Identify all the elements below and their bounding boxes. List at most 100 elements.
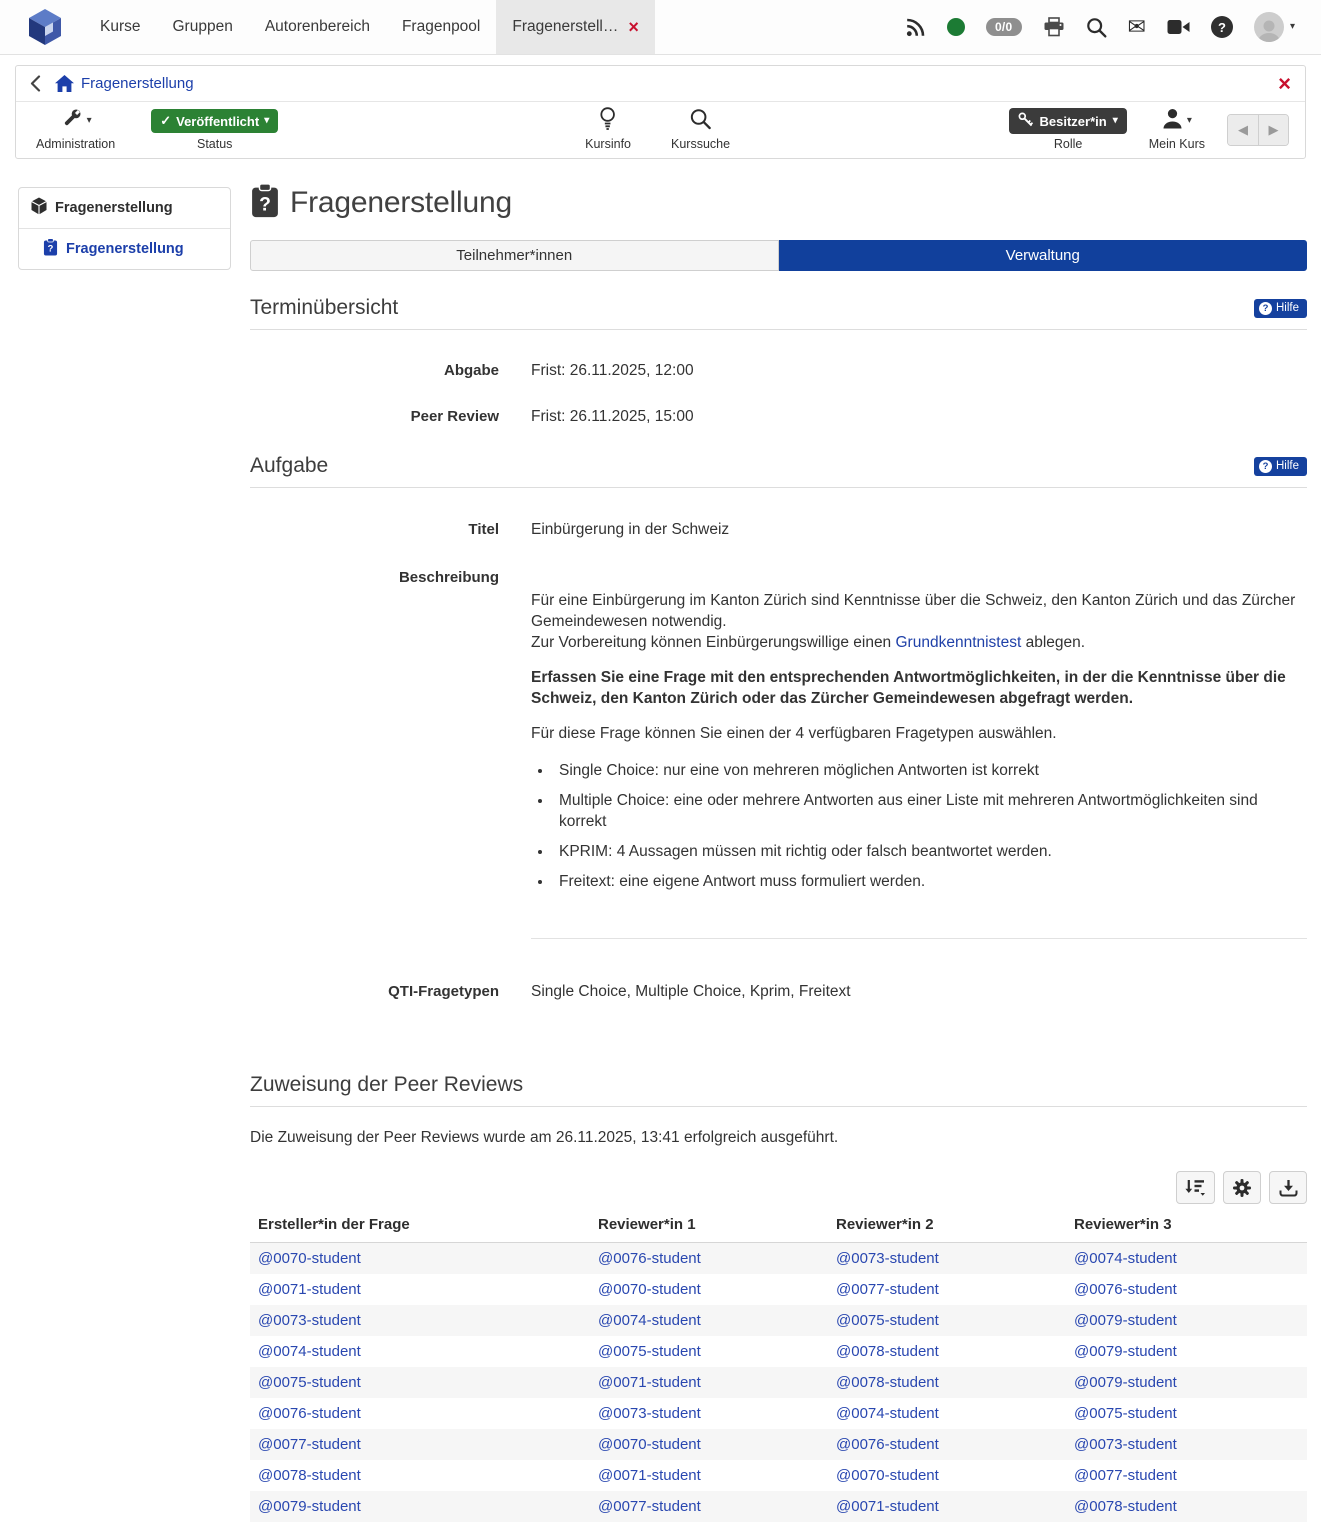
column-header-reviewer1[interactable]: Reviewer*in 1	[590, 1210, 828, 1243]
home-icon[interactable]	[55, 75, 74, 92]
student-link[interactable]: @0070-student	[836, 1467, 939, 1484]
person-icon	[1162, 108, 1183, 134]
user-menu[interactable]: ▾	[1254, 12, 1295, 42]
student-link[interactable]: @0073-student	[598, 1405, 701, 1422]
student-link[interactable]: @0070-student	[598, 1436, 701, 1453]
menu-item-fragenerstellung-selected[interactable]: ? Fragenerstellung	[19, 229, 230, 269]
student-link[interactable]: @0076-student	[258, 1405, 361, 1422]
student-link[interactable]: @0078-student	[836, 1343, 939, 1360]
student-link[interactable]: @0076-student	[1074, 1281, 1177, 1298]
student-link[interactable]: @0077-student	[836, 1281, 939, 1298]
student-link[interactable]: @0075-student	[258, 1374, 361, 1391]
chevron-down-icon: ▾	[1187, 116, 1192, 126]
video-call-icon[interactable]	[1167, 19, 1190, 35]
student-link[interactable]: @0078-student	[836, 1374, 939, 1391]
nav-tab-fragenpool[interactable]: Fragenpool	[386, 0, 496, 54]
nav-tab-kurse[interactable]: Kurse	[84, 0, 157, 54]
student-link[interactable]: @0076-student	[836, 1436, 939, 1453]
rolle-menu[interactable]: Besitzer*in ▾ Rolle	[1009, 108, 1126, 151]
mein-kurs-menu[interactable]: ▾ Mein Kurs	[1149, 108, 1205, 151]
student-link[interactable]: @0074-student	[836, 1405, 939, 1422]
status-badge[interactable]: ✓ Veröffentlicht ▾	[151, 109, 278, 133]
view-switch-tabs: Teilnehmer*innen Verwaltung	[250, 240, 1307, 271]
menu-item-course-root[interactable]: Fragenerstellung	[19, 188, 230, 229]
student-link[interactable]: @0073-student	[258, 1312, 361, 1329]
student-link[interactable]: @0074-student	[258, 1343, 361, 1360]
student-link[interactable]: @0078-student	[258, 1467, 361, 1484]
page-title: ? Fragenerstellung	[250, 183, 1307, 223]
student-link[interactable]: @0076-student	[598, 1250, 701, 1267]
field-value: Single Choice, Multiple Choice, Kprim, F…	[531, 983, 851, 1001]
student-link[interactable]: @0071-student	[598, 1374, 701, 1391]
presence-status-dot[interactable]	[947, 18, 965, 36]
student-link[interactable]: @0071-student	[836, 1498, 939, 1515]
print-icon[interactable]	[1043, 17, 1065, 37]
kursinfo-button[interactable]: Kursinfo	[585, 108, 631, 151]
table-settings-button[interactable]	[1223, 1171, 1261, 1204]
student-link[interactable]: @0071-student	[258, 1281, 361, 1298]
column-header-reviewer2[interactable]: Reviewer*in 2	[828, 1210, 1066, 1243]
description-paragraph: Für diese Frage können Sie einen der 4 v…	[531, 723, 1307, 744]
sort-button[interactable]	[1176, 1171, 1215, 1204]
main-content: ? Fragenerstellung Teilnehmer*innen Verw…	[250, 187, 1307, 1522]
student-link[interactable]: @0077-student	[598, 1498, 701, 1515]
student-link[interactable]: @0075-student	[836, 1312, 939, 1329]
student-link[interactable]: @0070-student	[598, 1281, 701, 1298]
previous-node-button[interactable]: ◀	[1228, 115, 1258, 145]
course-menu-tree: Fragenerstellung ? Fragenerstellung	[18, 187, 231, 270]
student-link[interactable]: @0070-student	[258, 1250, 361, 1267]
nav-tab-autorenbereich[interactable]: Autorenbereich	[249, 0, 386, 54]
administration-menu[interactable]: ▾ Administration	[36, 108, 115, 151]
student-link[interactable]: @0079-student	[1074, 1343, 1177, 1360]
tab-teilnehmerinnen[interactable]: Teilnehmer*innen	[250, 240, 779, 271]
openolat-logo-icon[interactable]	[0, 0, 84, 54]
student-link[interactable]: @0079-student	[1074, 1312, 1177, 1329]
search-icon[interactable]	[1086, 17, 1107, 38]
column-header-ersteller[interactable]: Ersteller*in der Frage	[250, 1210, 590, 1243]
table-row: @0077-student @0070-student @0076-studen…	[250, 1429, 1307, 1460]
help-icon[interactable]: ?	[1211, 16, 1233, 38]
nav-tab-gruppen[interactable]: Gruppen	[157, 0, 249, 54]
student-link[interactable]: @0074-student	[1074, 1250, 1177, 1267]
student-link[interactable]: @0077-student	[1074, 1467, 1177, 1484]
list-item: KPRIM: 4 Aussagen müssen mit richtig ode…	[553, 841, 1307, 862]
kurssuche-button[interactable]: Kurssuche	[671, 108, 730, 151]
student-link[interactable]: @0075-student	[1074, 1405, 1177, 1422]
student-link[interactable]: @0073-student	[836, 1250, 939, 1267]
nav-tab-fragenerstellung-active[interactable]: Fragenerstell… ×	[496, 0, 654, 54]
student-link[interactable]: @0078-student	[1074, 1498, 1177, 1515]
back-chevron-icon[interactable]	[30, 75, 41, 92]
student-link[interactable]: @0079-student	[258, 1498, 361, 1515]
description-paragraph: Für eine Einbürgerung im Kanton Zürich s…	[531, 590, 1307, 653]
tab-verwaltung[interactable]: Verwaltung	[779, 240, 1308, 271]
hilfe-button[interactable]: ? Hilfe	[1254, 299, 1307, 318]
menu-item-label: Fragenerstellung	[55, 200, 173, 216]
student-link[interactable]: @0075-student	[598, 1343, 701, 1360]
top-navbar: Kurse Gruppen Autorenbereich Fragenpool …	[0, 0, 1321, 55]
hilfe-button[interactable]: ? Hilfe	[1254, 457, 1307, 476]
student-link[interactable]: @0079-student	[1074, 1374, 1177, 1391]
student-link[interactable]: @0073-student	[1074, 1436, 1177, 1453]
rolle-badge[interactable]: Besitzer*in ▾	[1009, 108, 1126, 134]
page-title-text: Fragenerstellung	[290, 186, 512, 220]
download-button[interactable]	[1269, 1171, 1307, 1204]
student-link[interactable]: @0071-student	[598, 1467, 701, 1484]
student-link[interactable]: @0074-student	[598, 1312, 701, 1329]
list-item: Multiple Choice: eine oder mehrere Antwo…	[553, 790, 1307, 832]
status-menu[interactable]: ✓ Veröffentlicht ▾ Status	[151, 108, 278, 151]
mail-icon[interactable]: ✉	[1128, 16, 1146, 38]
field-label: Beschreibung	[250, 567, 499, 939]
kurssuche-label: Kurssuche	[671, 137, 730, 151]
form-row-titel: Titel Einbürgerung in der Schweiz	[250, 521, 1307, 539]
section-zuweisung: Zuweisung der Peer Reviews	[250, 1073, 1307, 1107]
tab-close-icon[interactable]: ×	[628, 18, 639, 36]
close-course-icon[interactable]: ×	[1278, 73, 1291, 95]
counter-badge[interactable]: 0/0	[986, 18, 1022, 36]
breadcrumb-link[interactable]: Fragenerstellung	[81, 75, 194, 92]
grundkenntnistest-link[interactable]: Grundkenntnistest	[896, 634, 1022, 651]
student-link[interactable]: @0077-student	[258, 1436, 361, 1453]
field-label: Titel	[250, 521, 499, 539]
rss-icon[interactable]	[905, 17, 926, 38]
column-header-reviewer3[interactable]: Reviewer*in 3	[1066, 1210, 1307, 1243]
next-node-button[interactable]: ▶	[1258, 115, 1288, 145]
